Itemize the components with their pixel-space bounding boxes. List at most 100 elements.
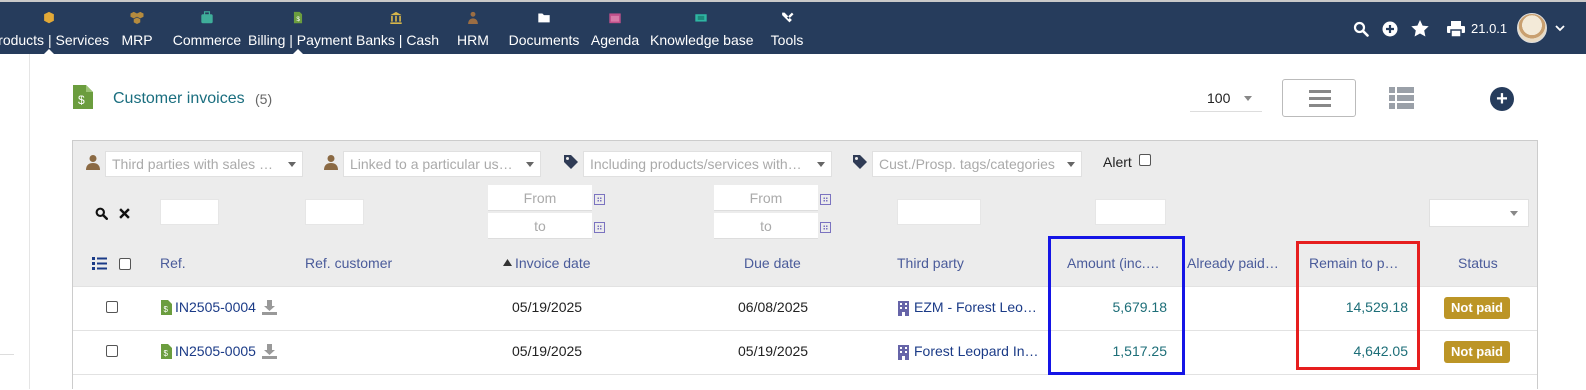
ref-customer-filter-input[interactable]: [305, 199, 364, 225]
due-date-from-input[interactable]: From: [714, 185, 818, 211]
menu-tools[interactable]: Tools: [767, 2, 807, 54]
menu-banks-cash[interactable]: Banks | Cash: [356, 2, 440, 54]
menu-hrm[interactable]: HRM: [453, 2, 493, 54]
invoice-ref-link[interactable]: IN2505-0005: [175, 343, 256, 359]
row-checkbox[interactable]: [106, 345, 118, 357]
menu-label: Knowledge base: [650, 32, 754, 48]
linked-user-filter-placeholder: Linked to a particular us…: [350, 156, 513, 172]
tags-filter[interactable]: Cust./Prosp. tags/categories: [872, 151, 1082, 177]
kanban-icon-block: [1389, 87, 1395, 93]
add-invoice-button[interactable]: +: [1490, 87, 1514, 111]
due-date: 05/19/2025: [738, 343, 809, 359]
plus-circle-icon[interactable]: [1382, 21, 1398, 37]
amount-filter-input[interactable]: [1095, 199, 1166, 225]
chevron-down-icon: [1067, 162, 1075, 167]
menu-label: Commerce: [172, 32, 242, 48]
third-party-link[interactable]: EZM - Forest Leo…: [914, 299, 1044, 315]
building-icon: [898, 345, 909, 360]
invoice-ref-link[interactable]: IN2505-0004: [175, 299, 256, 315]
menu-products-services[interactable]: Products | Services: [0, 2, 110, 54]
list-icon: [1309, 90, 1331, 93]
svg-text:$: $: [164, 349, 169, 358]
menu-agenda[interactable]: Agenda: [590, 2, 640, 54]
search-icon[interactable]: [1353, 21, 1369, 37]
status-badge: Not paid: [1444, 297, 1510, 319]
page-limit-select[interactable]: 100: [1190, 86, 1262, 112]
menu-label: Banks | Cash: [356, 32, 440, 48]
alert-checkbox[interactable]: [1139, 154, 1151, 166]
active-caret: [44, 49, 54, 54]
chevron-down-icon: [817, 162, 825, 167]
invoice-date: 05/19/2025: [512, 343, 583, 359]
third-party-filter-placeholder: Third parties with sales …: [112, 156, 274, 172]
chevron-down-icon[interactable]: [1555, 25, 1565, 33]
record-count: (5): [255, 91, 273, 107]
kanban-view-icon[interactable]: [1389, 87, 1414, 109]
close-icon[interactable]: [119, 208, 130, 219]
third-party-link[interactable]: Forest Leopard In…: [914, 343, 1044, 359]
printer-icon[interactable]: [1447, 21, 1465, 37]
third-party-filter-input[interactable]: [897, 199, 981, 225]
column-header-invoice-date[interactable]: Invoice date: [515, 255, 591, 271]
cubes-icon: [130, 11, 144, 24]
column-header-ref-customer[interactable]: Ref. customer: [305, 255, 392, 271]
due-date-to-input[interactable]: to: [714, 213, 818, 239]
product-filter-placeholder: Including products/services with…: [590, 156, 802, 172]
list-view-button[interactable]: [1282, 79, 1356, 117]
search-icon[interactable]: [95, 207, 108, 220]
column-header-status[interactable]: Status: [1458, 255, 1498, 271]
table-row: [73, 374, 1537, 390]
star-icon[interactable]: [1411, 20, 1429, 37]
menu-mrp[interactable]: MRP: [116, 2, 158, 54]
menu-commerce[interactable]: Commerce: [172, 2, 242, 54]
linked-user-filter[interactable]: Linked to a particular us…: [343, 151, 541, 177]
divider: [0, 354, 14, 355]
menu-knowledge-base[interactable]: Knowledge base: [650, 2, 754, 54]
calendar-icon[interactable]: [820, 222, 831, 233]
product-filter[interactable]: Including products/services with…: [583, 151, 832, 177]
invoice-icon: $: [293, 11, 303, 24]
tag-icon: [853, 155, 867, 169]
bank-icon: [390, 11, 402, 24]
download-icon[interactable]: [262, 300, 277, 315]
menu-label: Products | Services: [0, 32, 110, 48]
column-header-third-party[interactable]: Third party: [897, 255, 964, 271]
kanban-icon-block: [1397, 87, 1414, 93]
menu-label: Billing | Payment: [248, 32, 353, 48]
list-icon-line: [1309, 104, 1331, 107]
invoice-icon: $: [161, 344, 172, 359]
version-label: 21.0.1: [1471, 21, 1508, 36]
kanban-icon-block: [1389, 95, 1395, 101]
column-header-due-date[interactable]: Due date: [744, 255, 801, 271]
invoice-date-from-input[interactable]: From: [488, 185, 592, 211]
user-icon: [324, 155, 338, 170]
menu-billing-payment[interactable]: $ Billing | Payment: [248, 2, 353, 54]
ref-filter-input[interactable]: [160, 199, 219, 225]
calendar-icon[interactable]: [820, 194, 831, 205]
column-header-already-paid[interactable]: Already paid…: [1187, 255, 1284, 271]
calendar-icon[interactable]: [594, 194, 605, 205]
amount-column-highlight: [1048, 236, 1185, 375]
tags-filter-placeholder: Cust./Prosp. tags/categories: [879, 156, 1055, 172]
user-icon: [86, 155, 100, 170]
invoice-date-to-input[interactable]: to: [488, 213, 592, 239]
status-filter-select[interactable]: [1429, 199, 1529, 227]
row-checkbox[interactable]: [106, 301, 118, 313]
select-all-checkbox[interactable]: [119, 258, 131, 270]
kanban-icon-block: [1389, 103, 1395, 109]
list-select-icon[interactable]: [92, 257, 107, 270]
menu-label: Agenda: [590, 32, 640, 48]
chevron-down-icon: [1244, 96, 1252, 101]
sort-ascending-icon[interactable]: [503, 259, 512, 266]
column-header-ref[interactable]: Ref.: [160, 255, 186, 271]
third-party-filter[interactable]: Third parties with sales …: [105, 151, 303, 177]
calendar-icon[interactable]: [594, 222, 605, 233]
page-limit-value: 100: [1207, 90, 1231, 106]
download-icon[interactable]: [262, 344, 277, 359]
avatar[interactable]: [1517, 13, 1547, 43]
tools-icon: [782, 12, 794, 23]
invoice-icon: $: [161, 300, 172, 315]
user-tie-icon: [468, 11, 478, 24]
menu-documents[interactable]: Documents: [508, 2, 580, 54]
menu-label: Tools: [770, 32, 804, 48]
